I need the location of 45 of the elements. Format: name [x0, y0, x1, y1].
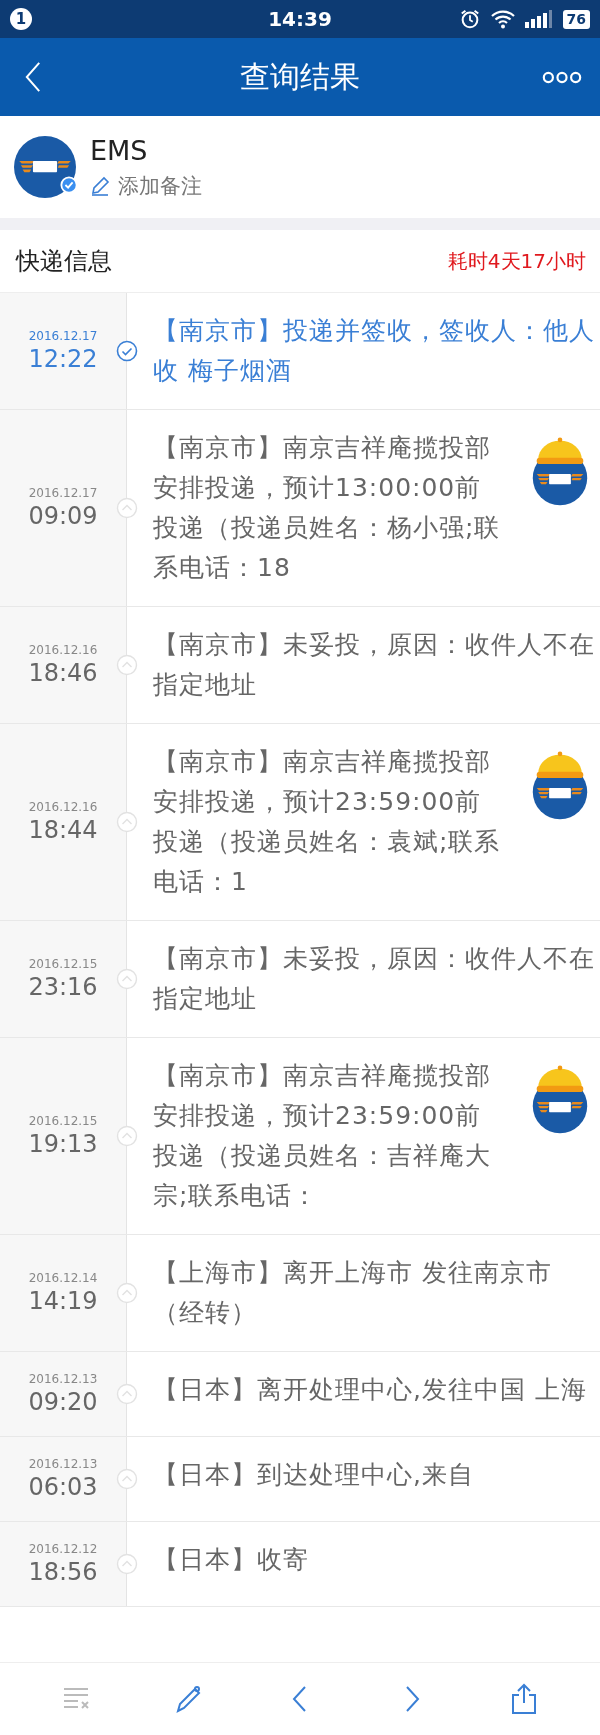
event-time: 09:20 — [28, 1388, 98, 1416]
event-date: 2016.12.15 — [28, 957, 98, 971]
event-time: 18:44 — [28, 816, 98, 844]
event-time: 12:22 — [28, 345, 98, 373]
event-description: 【南京市】投递并签收，签收人：他人收 梅子烟酒 — [153, 315, 596, 387]
duration-label: 耗时4天17小时 — [447, 247, 586, 275]
event-time: 19:13 — [28, 1130, 98, 1158]
event-date: 2016.12.17 — [28, 486, 98, 500]
pencil-icon[interactable] — [90, 175, 110, 196]
event-date: 2016.12.14 — [28, 1271, 98, 1285]
carrier-name: EMS — [90, 134, 149, 166]
signal-icon — [524, 10, 553, 28]
back-icon[interactable] — [24, 61, 42, 93]
event-date: 2016.12.15 — [28, 1114, 98, 1128]
event-time: 18:46 — [28, 659, 98, 687]
event-time: 18:56 — [28, 1558, 98, 1586]
alarm-icon — [458, 8, 481, 30]
event-date: 2016.12.17 — [28, 329, 98, 343]
event-description: 【南京市】南京吉祥庵揽投部安排投递，预计23:59:00前投递（投递员姓名：吉祥庵大宗;联系电话： — [153, 1060, 492, 1212]
event-date: 2016.12.13 — [28, 1372, 98, 1386]
event-time: 23:16 — [28, 973, 98, 1001]
add-note-link[interactable]: 添加备注 — [118, 171, 202, 200]
event-date: 2016.12.16 — [28, 643, 98, 657]
event-time: 14:19 — [28, 1287, 98, 1315]
page-title: 查询结果 — [239, 57, 361, 96]
event-description: 【南京市】未妥投，原因：收件人不在指定地址 — [153, 629, 596, 701]
battery-indicator: 76 — [562, 9, 590, 29]
event-description: 【南京市】南京吉祥庵揽投部安排投递，预计13:00:00前投递（投递员姓名：杨小强;联系电话：18 — [153, 432, 502, 584]
wifi-icon — [490, 9, 515, 29]
event-description: 【南京市】南京吉祥庵揽投部安排投递，预计23:59:00前投递（投递员姓名：袁斌;联系电话：1 — [153, 746, 502, 898]
event-time: 06:03 — [28, 1473, 98, 1501]
more-icon[interactable] — [542, 70, 582, 84]
event-date: 2016.12.16 — [28, 800, 98, 814]
event-description: 【日本】离开处理中心,发往中国 上海 — [153, 1374, 588, 1406]
event-description: 【日本】收寄 — [153, 1544, 310, 1576]
event-time: 09:09 — [28, 502, 98, 530]
event-description: 【上海市】离开上海市 发往南京市（经转） — [153, 1257, 553, 1329]
clock-time: 14:39 — [267, 7, 333, 31]
event-description: 【南京市】未妥投，原因：收件人不在指定地址 — [153, 943, 596, 1015]
event-description: 【日本】到达处理中心,来自 — [153, 1459, 475, 1491]
event-date: 2016.12.12 — [28, 1542, 98, 1556]
event-date: 2016.12.13 — [28, 1457, 98, 1471]
section-title: 快递信息 — [16, 246, 112, 277]
carrier-logo — [14, 136, 76, 198]
notification-badge: 1 — [10, 8, 32, 30]
